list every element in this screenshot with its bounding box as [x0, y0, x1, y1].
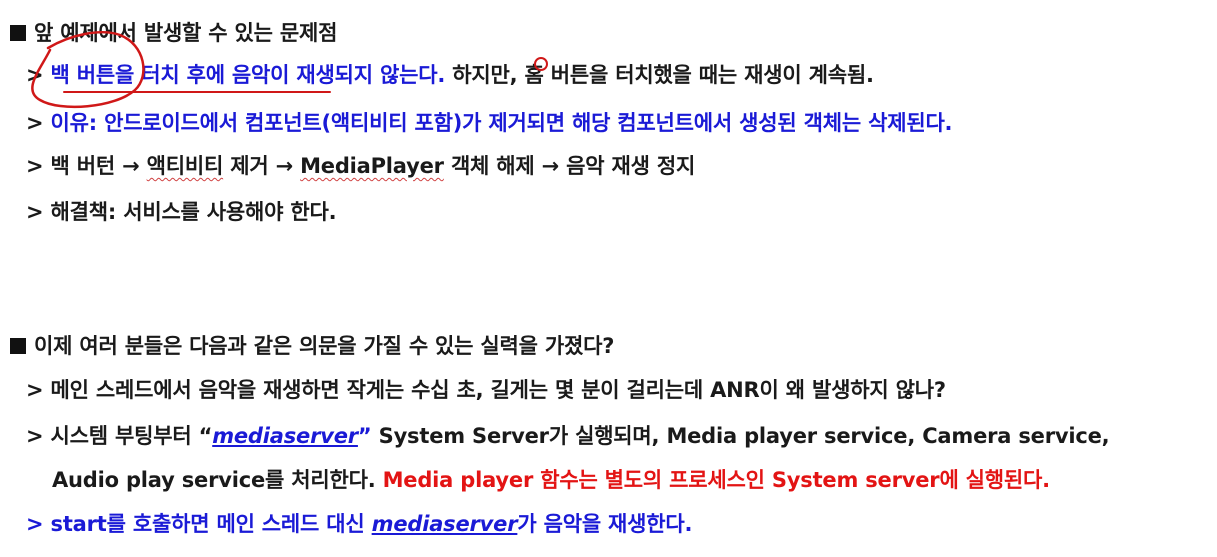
section1-line2: > 이유: 안드로이드에서 컴포넌트(액티비티 포함)가 제거되면 해당 컴포넌…: [26, 110, 953, 136]
bullet-marker: >: [26, 378, 44, 402]
line1-black-text: 하지만, 홈 버튼을 터치했을 때는 재생이 계속됨.: [445, 63, 874, 87]
line2-blue-text: 이유: 안드로이드에서 컴포넌트(액티비티 포함)가 제거되면 해당 컴포넌트에…: [50, 111, 953, 135]
section2-line2: > 시스템 부팅부터 “mediaserver” System Server가 …: [26, 424, 1110, 448]
section2-line4: > start를 호출하면 메인 스레드 대신 mediaserver가 음악을…: [26, 512, 693, 536]
section1-line1: > 백 버튼을 터치 후에 음악이 재생되지 않는다. 하지만, 홈 버튼을 터…: [26, 62, 874, 88]
section2-line3: Audio play service를 처리한다. Media player 함…: [52, 468, 1050, 492]
square-bullet-icon: [10, 338, 26, 354]
bullet-marker: >: [26, 424, 44, 448]
section1-heading: 앞 예제에서 발생할 수 있는 문제점: [10, 20, 337, 46]
section1-line4: > 해결책: 서비스를 사용해야 한다.: [26, 200, 337, 224]
bullet-marker: >: [26, 512, 44, 536]
bullet-marker: >: [26, 111, 44, 135]
section2-line1: > 메인 스레드에서 음악을 재생하면 작게는 수십 초, 길게는 몇 분이 걸…: [26, 378, 946, 402]
bullet-marker: >: [26, 200, 44, 224]
bullet-marker: >: [26, 154, 44, 178]
section2-heading: 이제 여러 분들은 다음과 같은 의문을 가질 수 있는 실력을 가졌다?: [10, 333, 614, 359]
section1-line3: > 백 버턴 → 액티비티 제거 → MediaPlayer 객체 해제 → 음…: [26, 154, 696, 178]
square-bullet-icon: [10, 25, 26, 41]
line1-blue-text: 백 버튼을 터치 후에 음악이 재생되지 않는다.: [50, 63, 446, 87]
bullet-marker: >: [26, 63, 44, 87]
